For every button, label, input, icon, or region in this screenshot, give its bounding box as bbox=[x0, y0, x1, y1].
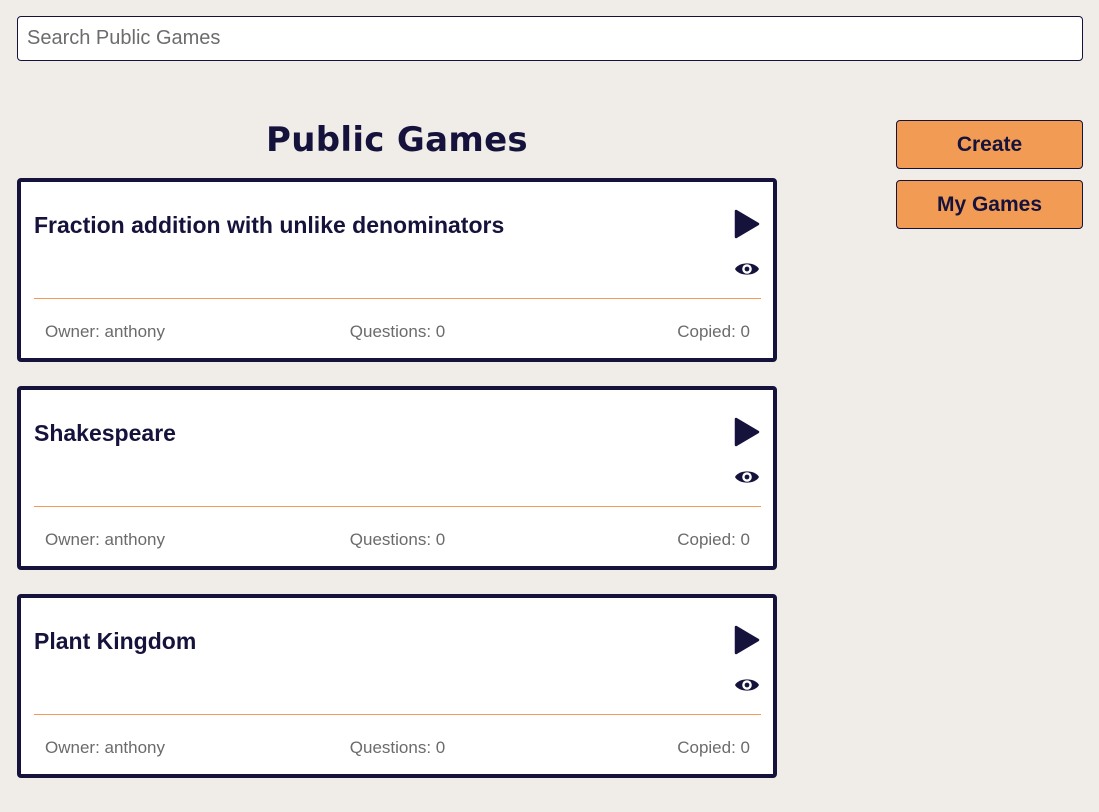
owner-label: Owner: anthony bbox=[45, 738, 166, 757]
questions-count: Questions: 0 bbox=[349, 738, 446, 757]
play-icon[interactable] bbox=[734, 625, 760, 655]
play-icon[interactable] bbox=[734, 209, 760, 239]
my-games-button[interactable]: My Games bbox=[896, 180, 1083, 229]
questions-count: Questions: 0 bbox=[349, 530, 446, 549]
copied-count: Copied: 0 bbox=[677, 322, 750, 341]
eye-icon[interactable] bbox=[734, 675, 760, 695]
copied-count: Copied: 0 bbox=[677, 530, 750, 549]
game-list: Fraction addition with unlike denominato… bbox=[17, 178, 777, 802]
owner-label: Owner: anthony bbox=[45, 530, 166, 549]
game-title: Shakespeare bbox=[34, 420, 176, 446]
game-card: Shakespeare Owner: anthony Questions: 0 … bbox=[17, 386, 777, 570]
game-card: Plant Kingdom Owner: anthony Questions: … bbox=[17, 594, 777, 778]
game-title: Plant Kingdom bbox=[34, 628, 197, 654]
play-icon[interactable] bbox=[734, 417, 760, 447]
card-meta: Owner: anthony Questions: 0 Copied: 0 bbox=[45, 530, 750, 550]
questions-count: Questions: 0 bbox=[349, 322, 446, 341]
eye-icon[interactable] bbox=[734, 259, 760, 279]
card-divider bbox=[34, 714, 761, 715]
card-divider bbox=[34, 298, 761, 299]
card-meta: Owner: anthony Questions: 0 Copied: 0 bbox=[45, 322, 750, 342]
card-meta: Owner: anthony Questions: 0 Copied: 0 bbox=[45, 738, 750, 758]
card-divider bbox=[34, 506, 761, 507]
eye-icon[interactable] bbox=[734, 467, 760, 487]
page-title: Public Games bbox=[266, 120, 528, 160]
game-title: Fraction addition with unlike denominato… bbox=[34, 212, 505, 238]
page: Public Games Create My Games Fraction ad… bbox=[0, 0, 1099, 812]
search-input[interactable] bbox=[17, 16, 1083, 61]
owner-label: Owner: anthony bbox=[45, 322, 166, 341]
side-actions: Create My Games bbox=[896, 120, 1083, 240]
copied-count: Copied: 0 bbox=[677, 738, 750, 757]
create-button[interactable]: Create bbox=[896, 120, 1083, 169]
game-card: Fraction addition with unlike denominato… bbox=[17, 178, 777, 362]
